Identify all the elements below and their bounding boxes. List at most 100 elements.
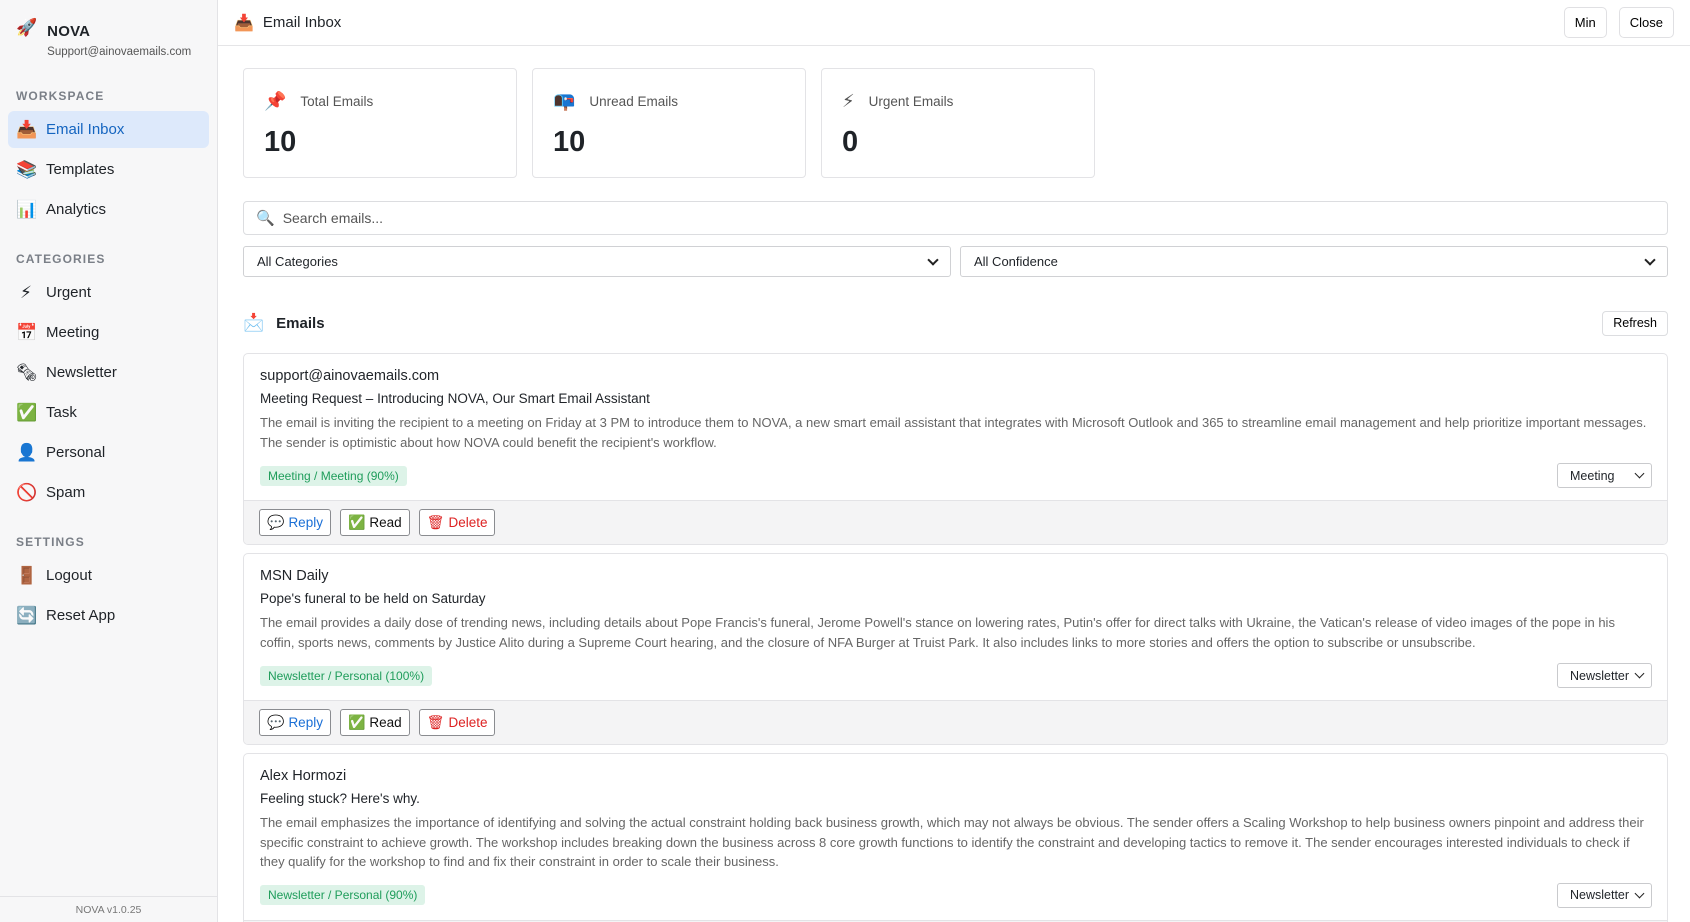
email-summary: The email is inviting the recipient to a…: [260, 415, 1647, 450]
speech-bubble-icon: 💬: [267, 714, 285, 730]
category-select-value: Newsletter: [1570, 668, 1630, 683]
classification-badge: Newsletter / Personal (90%): [260, 885, 426, 905]
rocket-icon: 🚀: [16, 18, 38, 37]
mark-read-button[interactable]: ✅ Read: [339, 509, 410, 536]
sidebar-item-label: Task: [46, 404, 77, 421]
chevron-down-icon: [1634, 888, 1645, 898]
email-summary: The email provides a daily dose of trend…: [260, 615, 1615, 650]
sidebar-item-spam[interactable]: 🚫 Spam: [8, 474, 209, 511]
sidebar-item-label: Spam: [46, 484, 86, 501]
sidebar-item-label: Templates: [46, 161, 115, 178]
email-card[interactable]: support@ainovaemails.com Meeting Request…: [243, 353, 1668, 545]
chevron-down-icon: [927, 253, 939, 266]
close-button[interactable]: Close: [1618, 7, 1674, 38]
chevron-down-icon: [1644, 253, 1656, 266]
sidebar-item-newsletter[interactable]: 🗞 Newsletter: [8, 354, 209, 391]
classification-badge: Newsletter / Personal (100%): [260, 665, 433, 686]
search-input[interactable]: [282, 210, 1655, 226]
lightning-icon: ⚡: [20, 282, 32, 302]
delete-label: Delete: [448, 515, 488, 530]
reply-button[interactable]: 💬 Reply: [259, 509, 331, 536]
workspace-section-title: WORKSPACE: [16, 89, 105, 103]
filters-row: All Categories All Confidence: [243, 246, 1668, 277]
delete-button[interactable]: 🗑 Delete: [418, 709, 496, 736]
email-subject: Meeting Request – Introducing NOVA, Our …: [260, 391, 650, 406]
sidebar-item-label: Reset App: [46, 607, 116, 624]
read-label: Read: [369, 715, 402, 730]
inbox-tray-icon: 📥: [234, 14, 254, 32]
category-select[interactable]: Newsletter: [1557, 663, 1652, 688]
email-subject: Feeling stuck? Here's why.: [260, 791, 420, 806]
sidebar-item-templates[interactable]: 📚 Templates: [8, 151, 209, 188]
chevron-down-icon: [1634, 468, 1645, 479]
categories-nav: ⚡ Urgent 📅 Meeting 🗞 Newsletter ✅ Task 👤 Pers…: [0, 274, 217, 511]
stat-label: Unread Emails: [589, 94, 678, 109]
confidence-filter-value: All Confidence: [974, 254, 1058, 269]
sidebar-item-label: Urgent: [46, 284, 92, 301]
email-summary: The email emphasizes the importance of i…: [260, 815, 1644, 869]
stat-label: Urgent Emails: [868, 94, 954, 109]
check-box-icon: ✅: [16, 402, 38, 422]
main-panel: 📥 Email Inbox Min Close 📌 Total Emails 10…: [218, 0, 1690, 922]
email-card[interactable]: Alex Hormozi Feeling stuck? Here's why. …: [243, 753, 1668, 922]
emails-header: 📩 Emails Refresh: [243, 310, 1668, 336]
top-bar: 📥 Email Inbox Min Close: [218, 0, 1690, 46]
check-box-icon: ✅: [347, 714, 366, 730]
mailbox-icon: 📭: [553, 91, 576, 111]
sidebar-item-urgent[interactable]: ⚡ Urgent: [8, 274, 209, 311]
confidence-filter-select[interactable]: All Confidence: [960, 246, 1668, 277]
email-sender: MSN Daily: [260, 568, 329, 584]
check-box-icon: ✅: [347, 514, 366, 530]
sidebar-item-task[interactable]: ✅ Task: [8, 394, 209, 431]
newspaper-icon: 🗞: [16, 362, 38, 382]
sidebar-item-label: Newsletter: [46, 364, 117, 381]
category-select[interactable]: Meeting: [1557, 463, 1652, 488]
category-select-value: Meeting: [1570, 468, 1615, 483]
email-subject: Pope's funeral to be held on Saturday: [260, 591, 486, 606]
sidebar-item-email-inbox[interactable]: 📥 Email Inbox: [8, 111, 209, 148]
stat-value: 0: [842, 126, 859, 158]
reply-label: Reply: [288, 515, 323, 530]
calendar-icon: 📅: [16, 322, 38, 342]
sidebar-item-reset-app[interactable]: 🔄 Reset App: [8, 597, 209, 634]
workspace-nav: 📥 Email Inbox 📚 Templates 📊 Analytics: [0, 111, 217, 228]
books-icon: 📚: [16, 159, 38, 179]
sidebar-item-meeting[interactable]: 📅 Meeting: [8, 314, 209, 351]
email-card[interactable]: MSN Daily Pope's funeral to be held on S…: [243, 553, 1668, 745]
sidebar-item-analytics[interactable]: 📊 Analytics: [8, 191, 209, 228]
inbox-tray-icon: 📥: [16, 119, 38, 139]
version-label: NOVA v1.0.25: [0, 896, 217, 922]
sidebar-item-label: Analytics: [46, 201, 107, 218]
envelope-icon: 📩: [243, 313, 265, 332]
content: 📌 Total Emails 10 📭 Unread Emails 10 ⚡ Urge…: [218, 46, 1690, 922]
chevron-down-icon: [1634, 668, 1645, 679]
sidebar: 🚀 NOVA Support@ainovaemails.com WORKSPAC…: [0, 0, 218, 922]
delete-label: Delete: [448, 715, 488, 730]
account-email: Support@ainovaemails.com: [47, 46, 192, 58]
classification-badge: Meeting / Meeting (90%): [260, 465, 407, 486]
category-filter-select[interactable]: All Categories: [243, 246, 951, 277]
category-select[interactable]: Newsletter: [1557, 882, 1652, 908]
sidebar-item-personal[interactable]: 👤 Personal: [8, 434, 209, 471]
stat-card-unread: 📭 Unread Emails 10: [532, 68, 806, 178]
reply-button[interactable]: 💬 Reply: [259, 709, 331, 736]
sidebar-item-label: Logout: [46, 567, 92, 584]
person-icon: 👤: [16, 442, 38, 462]
minimize-button[interactable]: Min: [1563, 7, 1607, 38]
bar-chart-icon: 📊: [16, 199, 38, 219]
search-bar: 🔍: [243, 201, 1668, 235]
trash-icon: 🗑: [426, 514, 445, 530]
reply-label: Reply: [288, 715, 323, 730]
stat-value: 10: [264, 126, 297, 158]
mark-read-button[interactable]: ✅ Read: [339, 709, 410, 736]
stat-card-urgent: ⚡ Urgent Emails 0: [821, 68, 1095, 178]
settings-nav: 🚪 Logout 🔄 Reset App: [0, 557, 217, 634]
sidebar-item-label: Meeting: [46, 324, 100, 341]
lightning-icon: ⚡: [842, 91, 855, 111]
refresh-button[interactable]: Refresh: [1602, 310, 1668, 336]
email-sender: Alex Hormozi: [260, 768, 347, 784]
delete-button[interactable]: 🗑 Delete: [418, 509, 496, 536]
email-actions: 💬Reply ✅Read 🗑Delete: [244, 700, 1667, 744]
read-label: Read: [369, 515, 402, 530]
sidebar-item-logout[interactable]: 🚪 Logout: [8, 557, 209, 594]
